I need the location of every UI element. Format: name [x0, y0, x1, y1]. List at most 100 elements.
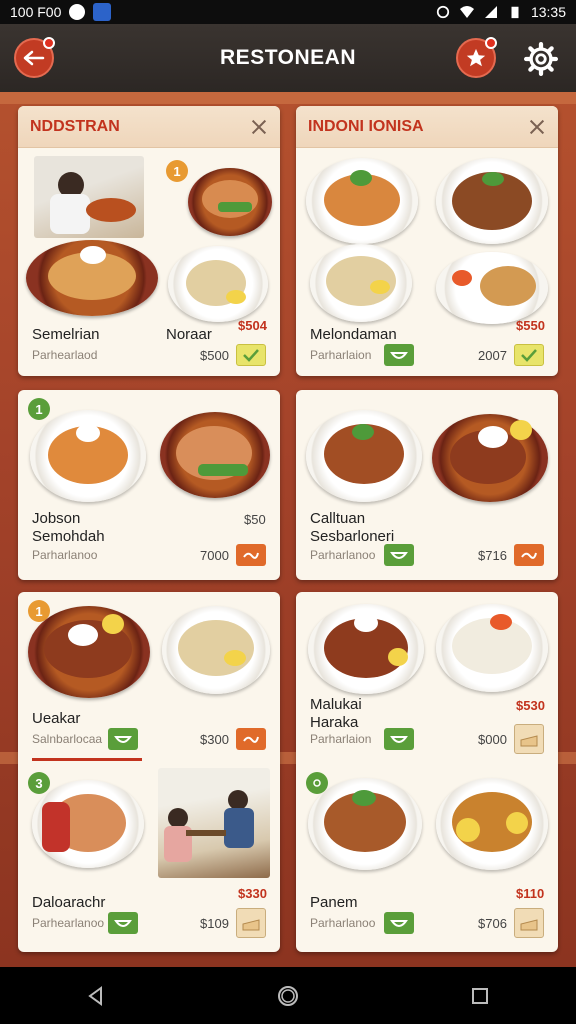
bowl-icon — [114, 920, 132, 927]
cake-icon — [520, 735, 538, 747]
favorites-button[interactable] — [456, 37, 497, 78]
add-to-cart-button[interactable] — [384, 728, 414, 750]
dish-image — [308, 778, 422, 870]
item-subtitle: Parhearlaod — [32, 348, 98, 362]
item-name: Jobson — [32, 510, 81, 527]
favorites-badge — [485, 37, 497, 49]
menu-card-4[interactable]: Calltuan Sesbarloneri Parharlanoo $716 — [296, 390, 558, 580]
item-name: Ueakar — [32, 710, 81, 727]
menu-card-1[interactable]: NDDSTRAN 1 Semelrian Noraar $504 Parhear… — [18, 106, 280, 376]
item-price: $300 — [200, 732, 229, 747]
dish-image — [162, 606, 270, 694]
nav-home-button[interactable] — [268, 976, 308, 1016]
star-icon — [466, 48, 486, 67]
bowl-icon — [390, 736, 408, 743]
card-title: INDONI IONISA — [308, 117, 424, 135]
item-name: Calltuan — [310, 510, 366, 527]
dining-photo — [158, 768, 270, 878]
add-to-cart-button[interactable] — [514, 908, 544, 938]
menu-card-6[interactable]: Malukai Haraka $530 Parharlaion $000 Pan… — [296, 592, 558, 952]
item-price-highlight: $530 — [516, 698, 545, 713]
system-nav-bar — [0, 967, 576, 1024]
item-price: $706 — [478, 916, 507, 931]
item-subtitle: Parharlanoo — [310, 916, 376, 930]
add-to-cart-button[interactable] — [514, 544, 544, 566]
dish-image — [30, 410, 146, 502]
add-to-cart-button[interactable] — [514, 724, 544, 754]
arrow-left-icon — [23, 50, 45, 66]
item-subtitle: Parhearlanoo — [32, 916, 105, 930]
check-icon — [521, 349, 537, 362]
bowl-icon — [114, 736, 132, 743]
dish-image — [436, 158, 548, 244]
dish-image — [306, 158, 418, 244]
add-to-cart-button[interactable] — [236, 344, 266, 366]
notification-badge — [43, 37, 55, 49]
dining-photo — [34, 156, 144, 238]
add-to-cart-button[interactable] — [108, 912, 138, 934]
item-price: $109 — [200, 916, 229, 931]
add-to-cart-button[interactable] — [384, 912, 414, 934]
add-to-cart-button[interactable] — [384, 544, 414, 566]
item-name: Melondaman — [310, 326, 397, 343]
menu-card-2[interactable]: INDONI IONISA Melondaman $550 Parharlaio… — [296, 106, 558, 376]
card-title: NDDSTRAN — [30, 117, 120, 135]
card-header: INDONI IONISA — [296, 106, 558, 148]
swirl-icon — [243, 736, 259, 743]
dish-image — [432, 414, 548, 502]
dish-image — [306, 410, 422, 502]
add-to-cart-button[interactable] — [236, 728, 266, 750]
dish-image — [32, 780, 144, 868]
item-price-highlight: $550 — [516, 318, 545, 333]
menu-card-5[interactable]: 1 Ueakar Salnbarlocaa $300 3 Daloarachr … — [18, 592, 280, 952]
item-price-highlight: $110 — [516, 886, 545, 901]
item-subtitle: Parharlanoo — [32, 548, 98, 562]
back-triangle-icon — [88, 985, 102, 1006]
item-name: Semelrian — [32, 326, 100, 343]
item-subtitle: Parharlanoo — [310, 548, 376, 562]
dish-image — [160, 412, 270, 498]
item-price: $500 — [200, 348, 229, 363]
nav-recents-button[interactable] — [460, 976, 500, 1016]
status-time: 13:35 — [530, 4, 566, 20]
bowl-icon — [390, 552, 408, 559]
app-title: RESTONEAN — [220, 46, 356, 69]
close-icon[interactable] — [528, 118, 546, 136]
item-price-top: $50 — [244, 512, 266, 527]
item-name: Malukai — [310, 696, 362, 713]
nav-back-button[interactable] — [76, 976, 116, 1016]
item-name-line2: Haraka — [310, 714, 359, 731]
app-notification-square-icon — [93, 3, 112, 21]
add-to-cart-button[interactable] — [384, 344, 414, 366]
settings-gear-icon[interactable] — [524, 42, 558, 76]
item-price: 2007 — [478, 348, 507, 363]
status-left-text: 100 F00 — [10, 4, 62, 20]
back-button[interactable] — [14, 37, 55, 78]
dish-image — [436, 252, 548, 324]
item-subtitle: Parharlaion — [310, 732, 372, 746]
item-number-badge: 1 — [28, 398, 50, 420]
alarm-icon — [436, 5, 450, 19]
dish-image — [436, 778, 548, 870]
add-to-cart-button[interactable] — [236, 544, 266, 566]
cake-icon — [242, 919, 260, 931]
item-price-highlight: $330 — [238, 886, 267, 901]
leaf-icon — [313, 779, 321, 787]
recents-square-icon — [472, 987, 488, 1004]
add-to-cart-button[interactable] — [514, 344, 544, 366]
item-name: Noraar — [166, 326, 212, 343]
bowl-icon — [390, 352, 408, 359]
wifi-icon — [459, 6, 474, 18]
item-name-line2: Semohdah — [32, 528, 105, 545]
add-to-cart-button[interactable] — [236, 908, 266, 938]
menu-card-3[interactable]: 1 Jobson Semohdah $50 Parharlanoo 7000 — [18, 390, 280, 580]
cake-icon — [520, 919, 538, 931]
item-subtitle: Salnbarlocaa — [32, 732, 103, 746]
close-icon[interactable] — [250, 118, 268, 136]
add-to-cart-button[interactable] — [108, 728, 138, 750]
swirl-icon — [521, 552, 537, 559]
item-subtitle: Parharlaion — [310, 348, 372, 362]
bowl-icon — [390, 920, 408, 927]
swirl-icon — [243, 552, 259, 559]
card-header: NDDSTRAN — [18, 106, 280, 148]
